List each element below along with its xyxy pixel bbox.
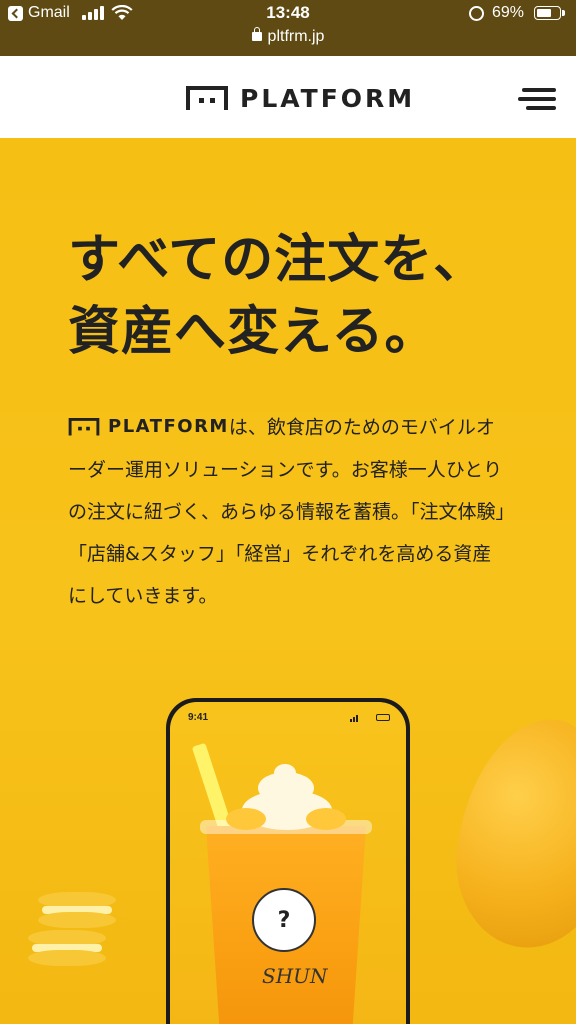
macaron-image [28,930,106,966]
status-time: 13:48 [266,3,310,22]
url-text: pltfrm.jp [267,28,325,45]
battery-icon [534,6,561,20]
site-header: PLATFORM [0,56,576,138]
lock-icon [251,27,262,41]
headline-line-2: 資産へ変える。 [68,302,438,362]
cup-logo-badge: ? [252,888,316,952]
phone-time: 9:41 [188,712,209,723]
logo-mark-icon [186,85,228,110]
hamburger-menu-icon[interactable] [518,88,556,110]
mango-image [444,708,576,958]
address-bar[interactable]: pltfrm.jp [0,27,576,46]
status-bar: Gmail 13:48 pltfrm.jp 69% [0,0,576,56]
battery-cap [562,10,565,16]
hero-section: すべての注文を、 資産へ変える。 PLATFORM は、飲食店のためのモバイルオ… [0,138,576,1024]
battery-level [537,9,551,17]
battery-percent: 69% [492,4,525,21]
cup-signature: SHUN [262,964,328,988]
inline-logo-text: PLATFORM [108,416,229,437]
inline-platform-logo: PLATFORM [68,406,229,448]
hero-headline: すべての注文を、 資産へ変える。 [68,224,486,368]
phone-battery-icon [376,714,390,721]
logo-text: PLATFORM [240,84,416,113]
orientation-lock-icon [469,6,484,21]
whipped-cream-image [222,764,350,834]
phone-screen: 9:41 ? SHUN [170,702,406,1024]
phone-mockup: 9:41 ? SHUN [166,698,410,1024]
platform-logo[interactable]: PLATFORM [186,84,415,113]
logo-mark-icon [68,417,100,436]
macaron-image [38,892,116,928]
headline-line-1: すべての注文を、 [68,230,487,290]
intro-paragraph: PLATFORM は、飲食店のためのモバイルオーダー運用ソリューションです。お客… [68,406,508,617]
